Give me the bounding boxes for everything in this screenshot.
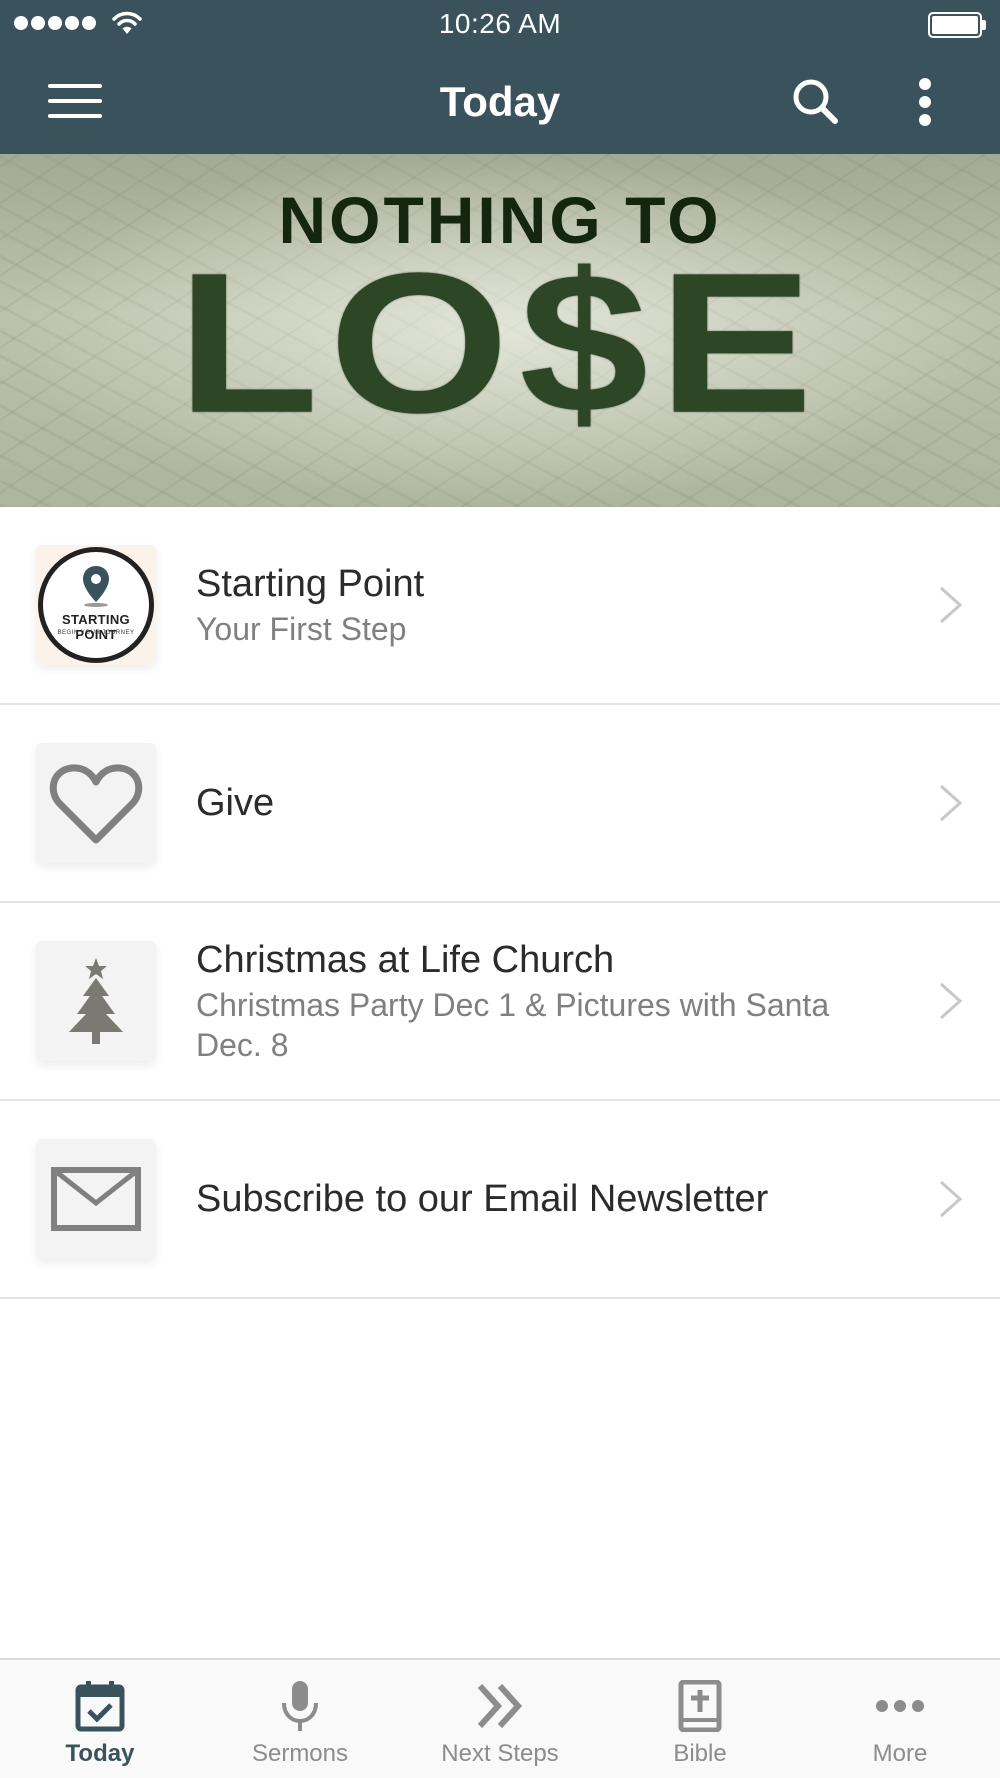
microphone-icon [282,1681,318,1731]
search-icon[interactable] [790,76,840,126]
envelope-icon [51,1167,141,1231]
tab-bible[interactable]: Bible [600,1660,800,1778]
starting-point-logo: STARTING POINT BEGIN YOUR JOURNEY [36,545,156,665]
double-chevron-right-icon [477,1683,523,1729]
list-item-title: Starting Point [196,563,425,605]
chevron-right-icon [939,1180,963,1218]
list-item-subtitle: Your First Step [196,611,407,647]
tab-label: Today [65,1740,135,1767]
chevron-right-icon [939,982,963,1020]
today-list: STARTING POINT BEGIN YOUR JOURNEY Starti… [0,507,1000,1299]
horizontal-ellipsis-icon [876,1700,924,1712]
christmas-tree-icon [69,958,123,1044]
christmas-tree-icon-tile [36,941,156,1061]
list-item-give[interactable]: Give [0,705,1000,903]
banner-title-line2: LO$E [177,231,823,455]
calendar-check-icon [75,1681,125,1732]
list-item-christmas[interactable]: Christmas at Life Church Christmas Party… [0,903,1000,1101]
battery-full-icon [928,12,986,38]
tab-bar: Today Sermons Next Steps Bible More [0,1658,1000,1778]
chevron-right-icon [939,784,963,822]
tab-label: Bible [673,1740,727,1767]
heart-icon-tile [36,743,156,863]
list-item-title: Give [196,782,275,824]
list-item-newsletter[interactable]: Subscribe to our Email Newsletter [0,1101,1000,1299]
top-bar: 10:26 AM Today [0,0,1000,154]
tab-sermons[interactable]: Sermons [200,1660,400,1778]
tab-next-steps[interactable]: Next Steps [400,1660,600,1778]
tab-label: Sermons [251,1740,349,1767]
page-title: Today [439,78,561,125]
chevron-right-icon [939,586,963,624]
starting-point-logo-text: STARTING POINT [62,612,130,642]
starting-point-logo-subtext: BEGIN YOUR JOURNEY [57,630,135,636]
list-item-title: Christmas at Life Church [196,939,615,981]
bible-book-icon [678,1680,722,1732]
tab-label: More [872,1740,928,1767]
status-time: 10:26 AM [438,8,562,39]
list-item-starting-point[interactable]: STARTING POINT BEGIN YOUR JOURNEY Starti… [0,507,1000,705]
heart-icon [49,764,143,844]
location-pin-icon [83,566,109,607]
tab-label: Next Steps [441,1740,559,1767]
tab-more[interactable]: More [800,1660,1000,1778]
envelope-icon-tile [36,1139,156,1259]
list-item-title: Subscribe to our Email Newsletter [196,1178,769,1220]
vertical-ellipsis-icon[interactable] [910,76,940,128]
tab-today[interactable]: Today [0,1660,200,1778]
list-item-subtitle: Christmas Party Dec 1 & Pictures with Sa… [196,987,830,1063]
hero-banner[interactable]: NOTHING TO LO$E [0,154,1000,507]
status-bar: 10:26 AM [0,0,1000,50]
